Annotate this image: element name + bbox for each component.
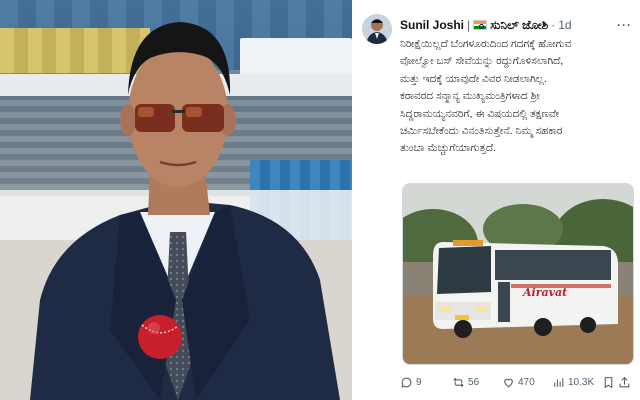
like-count: 470 [518, 376, 535, 388]
time-separator: · [551, 18, 556, 32]
avatar[interactable] [362, 14, 392, 44]
share-button[interactable] [618, 376, 632, 389]
bus-photo [403, 184, 633, 364]
display-name[interactable]: Sunil Joshi [400, 18, 464, 32]
more-icon[interactable]: ··· [617, 18, 632, 32]
commentator-figure [30, 22, 340, 400]
views-count: 10.3K [568, 376, 595, 388]
bus-logo-text: Airavat [523, 286, 568, 299]
bookmark-icon [604, 376, 613, 388]
post-time[interactable]: 1d [558, 18, 571, 32]
tweet-line: ತುಂಬಾ ಮೆಚ್ಚುಗೆಯಾಗುತ್ತದೆ. [400, 142, 496, 155]
india-flag-icon [473, 20, 488, 30]
tweet-line: ಚರ್ಮಿಸಬೇಕೆಂದು ವಿನಂತಿಸುತ್ತೇನೆ. ನಿಮ್ಮ ಸಹಕಾ… [400, 125, 563, 138]
repost-button[interactable]: 56 [452, 376, 502, 389]
tweet-line: ಸಿದ್ದರಾಮಯ್ಯನವರಿಗೆ, ಈ ವಿಷಯದಲ್ಲಿ ತಕ್ಷಣವೇ [400, 107, 560, 120]
reply-count: 9 [416, 376, 422, 388]
like-button[interactable]: 470 [502, 376, 552, 389]
person-photo [0, 0, 352, 400]
repost-count: 56 [468, 376, 480, 388]
reply-icon [401, 377, 412, 388]
tweet-line: ಮತ್ತು ಇದಕ್ಕೆ ಯಾವುದೇ ವಿವರ ನೀಡಲಾಗಿಲ್ಲ. [400, 72, 547, 85]
tweet-line: ವೋಲ್ವೋ ಬಸ್ ಸೇವೆಯನ್ನು ರದ್ದುಗೊಳಿಸಲಾಗಿದೆ, [400, 55, 564, 68]
tweet-text: ನಿರೀಕ್ಷೆಯಿಲ್ಲದೆ ಬೆಂಗಳೂರುದಿಂದ ಗದಗಕ್ಕೆ ಹೋಗ… [400, 36, 632, 158]
repost-icon [453, 377, 464, 387]
share-icon [619, 376, 630, 387]
tweet-media-image[interactable]: Airavat [402, 183, 634, 365]
tweet-actions: 9 56 470 10.3K [400, 374, 632, 390]
reply-button[interactable]: 9 [400, 376, 452, 389]
heart-icon [504, 378, 513, 387]
views-icon [554, 377, 564, 387]
name-separator: | [467, 18, 471, 32]
kannada-name[interactable]: ಸುನಿಲ್ ಜೋಶಿ [490, 18, 548, 33]
bookmark-button[interactable] [602, 376, 618, 389]
tweet-line: ನಿರೀಕ್ಷೆಯಿಲ್ಲದೆ ಬೆಂಗಳೂರುದಿಂದ ಗದಗಕ್ಕೆ ಹೋಗ… [400, 38, 572, 50]
tweet-header: Sunil Joshi | ಸುನಿಲ್ ಜೋಶಿ · 1d ··· [400, 17, 632, 33]
views-button[interactable]: 10.3K [552, 376, 602, 389]
tweet-line: ಕರಾವರದ ಸನ್ಮಾನ್ಯ ಮುಖ್ಯಮಂತ್ರಿಗಳಾದ ಶ್ರೀ [400, 90, 540, 103]
